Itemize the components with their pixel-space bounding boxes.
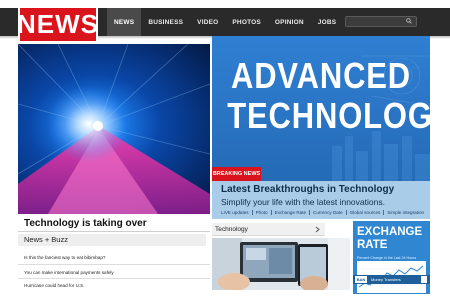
technology-section-tab[interactable]: Technology [212, 223, 325, 236]
search-icon[interactable] [406, 18, 412, 24]
technology-banner[interactable]: ADVANCED TECHNOLOGY [212, 36, 430, 184]
link-currency-date[interactable]: Currency Date [310, 210, 347, 215]
divider [18, 231, 210, 232]
exchange-rate-caption: Percent Change in the Last 24 Hours [357, 256, 417, 260]
top-story-subheadline: Simplify your life with the latest innov… [221, 197, 385, 207]
technology-photo-laptop-hands[interactable] [212, 238, 350, 290]
main-nav: NEWS BUSINESS VIDEO PHOTOS OPINION JOBS … [107, 8, 384, 36]
laptop-hands-graphic [212, 238, 350, 290]
divider [18, 264, 210, 265]
list-item[interactable]: Is this the fanciest way to eat bibimbap… [24, 255, 105, 260]
technology-tab-label: Technology [215, 226, 248, 233]
chevron-right-icon[interactable] [315, 226, 320, 233]
link-exchange-rate[interactable]: Exchange Rate [272, 210, 311, 215]
news-logo[interactable]: NEWS [17, 6, 98, 43]
link-simple-integration[interactable]: Simple integration [384, 210, 427, 215]
left-headline[interactable]: Technology is taking over [24, 218, 147, 229]
banner-title: ADVANCED TECHNOLOGY [227, 55, 430, 136]
news-page: NEWS NEWS BUSINESS VIDEO PHOTOS OPINION … [0, 0, 450, 297]
list-item[interactable]: You can make international payments safe… [24, 270, 114, 275]
nav-item-jobs[interactable]: JOBS [311, 8, 344, 36]
nav-item-business[interactable]: BUSINESS [141, 8, 190, 36]
nav-item-video[interactable]: VIDEO [190, 8, 225, 36]
list-item[interactable]: Hurricane could head for U.S. [24, 283, 85, 288]
story-links: LIVE updates Photo Exchange Rate Currenc… [221, 210, 427, 215]
divider [18, 278, 210, 279]
exchange-rate-title: EXCHANGE RATE [357, 226, 423, 251]
nav-item-opinion[interactable]: OPINION [268, 8, 311, 36]
money-transfers-bar[interactable]: BAN Money Transfers [353, 275, 430, 284]
top-story-headline[interactable]: Latest Breakthroughs in Technology [221, 184, 394, 195]
bank-badge: BAN [355, 276, 367, 283]
money-transfers-label: Money Transfers [371, 277, 401, 282]
top-story-strip: Latest Breakthroughs in Technology Simpl… [212, 181, 430, 219]
link-live-updates[interactable]: LIVE updates [221, 210, 253, 215]
link-photo[interactable]: Photo [253, 210, 272, 215]
news-buzz-section-label[interactable]: News + Buzz [18, 234, 206, 246]
nav-item-news[interactable]: NEWS [107, 8, 142, 36]
breaking-news-badge: BREAKING NEWS [212, 167, 261, 181]
nav-item-photos[interactable]: PHOTOS [225, 8, 268, 36]
light-tunnel-graphic [18, 44, 210, 214]
hero-image-light-tunnel[interactable] [18, 44, 210, 214]
search-input[interactable] [345, 16, 417, 27]
arrow-icon[interactable] [421, 276, 427, 283]
link-global-sources[interactable]: Global sources [347, 210, 385, 215]
